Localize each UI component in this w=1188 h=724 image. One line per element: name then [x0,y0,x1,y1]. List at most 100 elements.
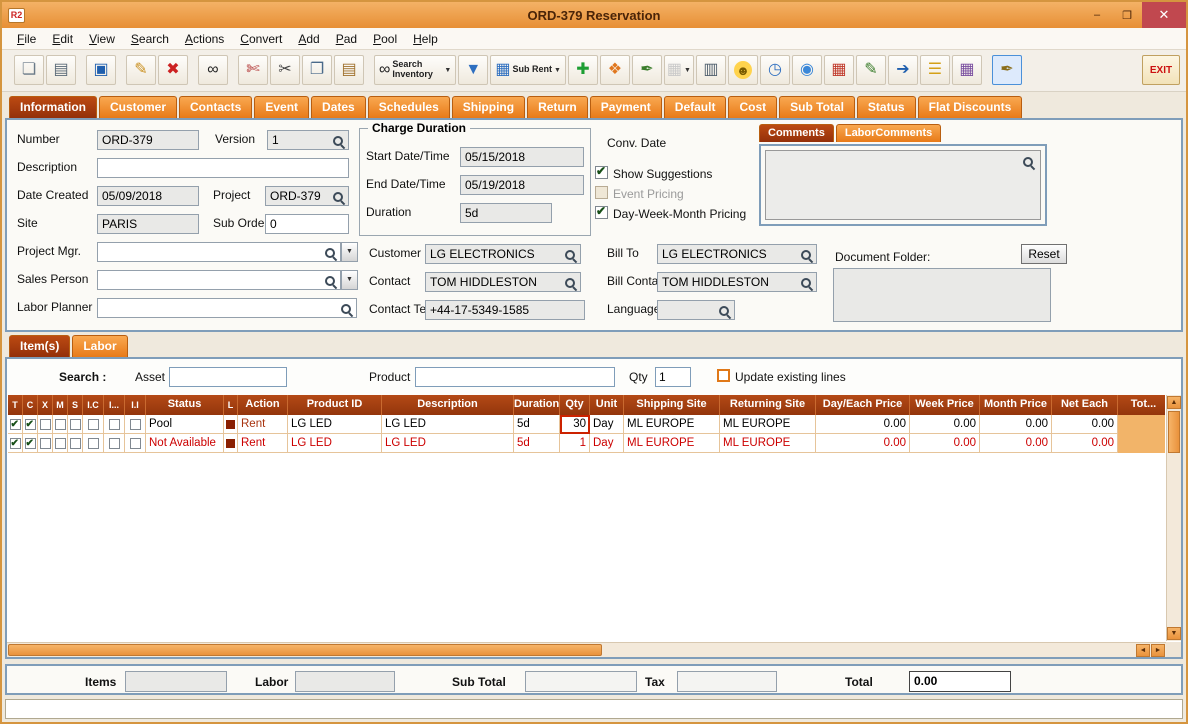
add-button[interactable]: ✚ [567,55,598,85]
row-checkbox[interactable] [69,419,81,430]
duration-cell[interactable]: 5d [514,415,560,434]
month-price-cell[interactable]: 0.00 [980,434,1052,453]
search-inventory-dropdown-icon[interactable]: ▼ [444,67,451,74]
tax-field[interactable] [677,671,777,692]
scroll-right-button[interactable]: ► [1151,644,1165,657]
cut-line-button[interactable]: ✄ [238,55,268,85]
project-field[interactable]: ORD-379 [265,186,349,206]
version-search-icon[interactable] [332,135,345,148]
delete-button[interactable]: ✖ [158,55,188,85]
items-total-field[interactable] [125,671,227,692]
day-week-month-checkbox[interactable] [595,204,608,219]
number-field[interactable]: ORD-379 [97,130,199,150]
sub-rent-dropdown-icon[interactable]: ▼ [554,67,561,74]
row-flag-cell[interactable] [8,434,23,453]
tab-contacts[interactable]: Contacts [179,96,253,118]
column-header[interactable]: Description [382,395,514,415]
net-each-cell[interactable]: 0.00 [1052,415,1118,434]
row-checkbox[interactable] [9,418,21,432]
language-field[interactable] [657,300,735,320]
menu-file[interactable]: File [10,31,43,46]
duration-field[interactable]: 5d [460,203,552,223]
hscroll-thumb[interactable] [8,644,602,656]
row-checkbox[interactable] [54,419,66,430]
row-flag-cell[interactable] [68,434,83,453]
project-search-icon[interactable] [332,191,345,204]
menu-pad[interactable]: Pad [329,31,364,46]
shipping-site-cell[interactable]: ML EUROPE [624,434,720,453]
description-cell[interactable]: LG LED [382,415,514,434]
date-created-field[interactable]: 05/09/2018 [97,186,199,206]
start-date-field[interactable]: 05/15/2018 [460,147,584,167]
status-cell[interactable]: Not Available [146,434,224,453]
tab-customer[interactable]: Customer [99,96,178,118]
row-checkbox[interactable] [24,437,36,451]
money-button[interactable]: ☰ [919,55,950,85]
returning-site-cell[interactable]: ML EUROPE [720,415,816,434]
column-header[interactable]: S [68,395,83,415]
version-field[interactable]: 1 [267,130,349,150]
sub-orders-field[interactable]: 0 [265,214,349,234]
update-existing-checkbox[interactable] [717,369,730,382]
column-header[interactable]: I... [104,395,125,415]
labor-planner-field[interactable] [97,298,357,318]
edit-button[interactable]: ✎ [126,55,156,85]
column-header[interactable]: Tot... [1118,395,1165,415]
cubes-button[interactable]: ▦ [951,55,982,85]
net-each-cell[interactable]: 0.00 [1052,434,1118,453]
week-price-cell[interactable]: 0.00 [910,434,980,453]
maximize-button[interactable]: ❐ [1112,2,1142,28]
tab-return[interactable]: Return [527,96,588,118]
customer-field[interactable]: LG ELECTRONICS [425,244,581,264]
day-each-price-cell[interactable]: 0.00 [816,415,910,434]
project-mgr-search-icon[interactable] [324,247,337,260]
asset-input[interactable] [169,367,287,387]
product-input[interactable] [415,367,615,387]
comments-search-icon[interactable] [1022,156,1035,169]
month-price-cell[interactable]: 0.00 [980,415,1052,434]
column-header[interactable]: Product ID [288,395,382,415]
row-checkbox[interactable] [108,438,120,449]
tab-cost[interactable]: Cost [728,96,778,118]
horizontal-scrollbar[interactable]: ◄ ► [7,642,1166,657]
bill-to-search-icon[interactable] [800,249,813,262]
table-row[interactable]: Not AvailableRentLG LEDLG LED5d1DayML EU… [8,434,1165,453]
row-checkbox[interactable] [87,438,99,449]
column-header[interactable]: Day/Each Price [816,395,910,415]
qty-input[interactable] [655,367,691,387]
duration-cell[interactable]: 5d [514,434,560,453]
search-inventory-button[interactable]: ∞ Search Inventory ▼ [374,55,457,85]
clock-button[interactable]: ◷ [759,55,790,85]
row-flag-cell[interactable] [83,415,104,434]
column-header[interactable]: Status [146,395,224,415]
row-checkbox[interactable] [69,438,81,449]
rubiks-cube-button[interactable]: ▦ [823,55,854,85]
new-document-button[interactable]: ❏ [14,55,44,85]
tab-payment[interactable]: Payment [589,96,662,118]
column-header[interactable]: I.C [83,395,104,415]
project-mgr-dropdown-button[interactable]: ▼ [341,242,358,262]
column-header[interactable]: L [224,395,238,415]
wand-button[interactable]: ✒ [991,55,1022,85]
table-row[interactable]: PoolRentLG LEDLG LED5d30DayML EUROPEML E… [8,415,1165,434]
end-date-field[interactable]: 05/19/2018 [460,175,584,195]
row-flag-cell[interactable] [125,434,146,453]
qty-cell[interactable]: 1 [560,434,590,453]
column-header[interactable]: Returning Site [720,395,816,415]
column-header[interactable]: Qty [560,395,590,415]
project-mgr-field[interactable] [97,242,341,262]
description-field[interactable] [97,158,349,178]
tab-shipping[interactable]: Shipping [451,96,526,118]
row-checkbox[interactable] [87,419,99,430]
column-header[interactable]: M [53,395,68,415]
tab-dates[interactable]: Dates [311,96,366,118]
tab-item-s-[interactable]: Item(s) [9,335,71,357]
tab-sub-total[interactable]: Sub Total [779,96,855,118]
row-checkbox[interactable] [129,419,141,430]
disc-button[interactable]: ◉ [791,55,822,85]
row-flag-cell[interactable] [68,415,83,434]
menu-search[interactable]: Search [124,31,176,46]
vertical-scrollbar[interactable]: ▲ ▼ [1166,395,1181,641]
contact-search-icon[interactable] [564,277,577,290]
contact-field[interactable]: TOM HIDDLESTON [425,272,581,292]
